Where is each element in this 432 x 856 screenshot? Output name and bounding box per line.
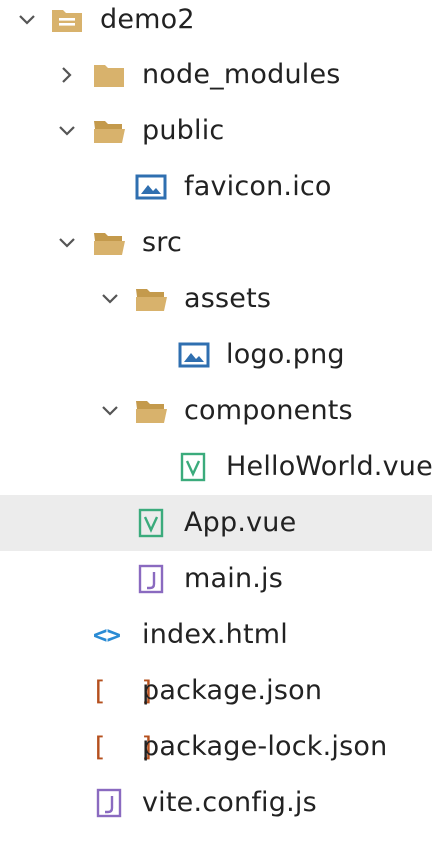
tree-row-label: main.js [184,563,284,594]
tree-row-components[interactable]: components [0,383,432,439]
tree-row-label: package.json [142,675,323,706]
chevron-down-icon[interactable] [56,215,78,271]
chevron-right-icon[interactable] [56,47,78,103]
tree-row-index-html[interactable]: <> index.html [0,607,432,663]
tree-row-label: vite.config.js [142,787,317,818]
html-file-icon: <> [93,621,121,649]
tree-row-public[interactable]: public [0,103,432,159]
tree-row-label: node_modules [142,59,341,90]
tree-row-label: logo.png [226,339,345,370]
tree-row-node-modules[interactable]: node_modules [0,47,432,103]
tree-row-label: public [142,115,225,146]
tree-row-label: demo2 [100,4,195,35]
folder-open-icon [134,383,168,439]
tree-row-label: index.html [142,619,288,650]
tree-row-demo2[interactable]: demo2 [0,0,432,48]
tree-row-favicon[interactable]: favicon.ico [0,159,432,215]
vue-file-icon [138,495,164,551]
tree-row-vite-config[interactable]: vite.config.js [0,775,432,831]
folder-open-icon [92,103,126,159]
vue-file-icon [180,439,206,495]
tree-row-package-json[interactable]: [ ] package.json [0,663,432,719]
chevron-down-icon[interactable] [16,0,38,48]
tree-row-src[interactable]: src [0,215,432,271]
tree-row-package-lock-json[interactable]: [ ] package-lock.json [0,719,432,775]
tree-row-label: package-lock.json [142,731,388,762]
folder-open-icon [92,215,126,271]
js-file-icon [96,775,122,831]
tree-row-app-vue[interactable]: App.vue [0,495,432,551]
tree-row-main-js[interactable]: main.js [0,551,432,607]
chevron-down-icon[interactable] [99,383,121,439]
tree-row-label: HelloWorld.vue [226,451,432,482]
tree-row-label: App.vue [184,507,297,538]
js-file-icon [138,551,164,607]
chevron-down-icon[interactable] [56,103,78,159]
tree-row-label: favicon.ico [184,171,332,202]
tree-row-logo[interactable]: logo.png [0,327,432,383]
tree-row-label: src [142,227,183,258]
image-file-icon [178,327,210,383]
tree-row-assets[interactable]: assets [0,271,432,327]
tree-row-label: assets [184,283,272,314]
folder-open-icon [134,271,168,327]
tree-row-helloworld[interactable]: HelloWorld.vue [0,439,432,495]
chevron-down-icon[interactable] [99,271,121,327]
project-folder-icon [50,0,84,48]
file-explorer-tree: demo2 node_modules public favicon.ico sr… [0,0,432,856]
folder-icon [92,47,126,103]
image-file-icon [135,159,167,215]
tree-row-label: components [184,395,353,426]
